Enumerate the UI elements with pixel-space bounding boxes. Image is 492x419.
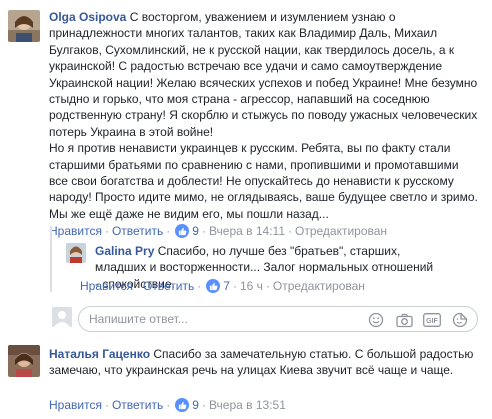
svg-text:GIF: GIF [426,318,438,325]
comment-actions: Нравится · Ответить · 9 · Вчера в 14:11 … [49,224,388,238]
like-count: 9 [192,224,199,238]
author-name[interactable]: Наталья Гаценко [49,347,150,361]
comment-text: С восторгом, уважением и изумлением узна… [49,10,478,221]
timestamp[interactable]: Вчера в 13:51 [209,398,286,412]
camera-icon[interactable] [395,311,413,329]
gif-icon[interactable]: GIF [423,311,441,329]
like-count: 7 [223,279,230,293]
like-thumb-icon [175,224,190,238]
like-count-badge[interactable]: 9 [175,224,199,238]
avatar[interactable] [8,345,40,377]
comment-natalya: Наталья Гаценко Спасибо за замечательную… [0,340,492,419]
timestamp[interactable]: Вчера в 14:11 [209,224,285,238]
avatar[interactable] [66,243,86,263]
reply-button[interactable]: Ответить [112,398,163,412]
current-user-avatar [52,307,72,327]
reply-button[interactable]: Ответить [143,279,194,293]
like-count: 9 [192,398,199,412]
like-button[interactable]: Нравится [49,398,102,412]
like-thumb-icon [206,279,221,293]
sticker-icon[interactable] [451,311,469,329]
edited-label: Отредактирован [295,224,388,238]
author-name[interactable]: Galina Pry [95,244,154,258]
avatar[interactable] [8,10,40,42]
emoji-icon[interactable] [367,311,385,329]
edited-label: Отредактирован [272,279,365,293]
comment-olga: Olga Osipova С восторгом, уважением и из… [0,0,492,240]
comment-actions: Нравится · Ответить · 9 · Вчера в 13:51 [49,398,286,412]
comment-body: Olga Osipova С восторгом, уважением и из… [49,9,479,222]
like-count-badge[interactable]: 7 [206,279,230,293]
like-count-badge[interactable]: 9 [175,398,199,412]
comment-galina: Galina Pry Спасибо, но лучше без "братье… [0,240,492,300]
comment-actions: Нравится · Ответить · 7 · 16 ч · Отредак… [80,279,365,293]
reply-button[interactable]: Ответить [112,224,163,238]
like-button[interactable]: Нравится [80,279,133,293]
composer-tools: GIF [367,311,469,329]
comment-body: Наталья Гаценко Спасибо за замечательную… [49,346,479,379]
like-button[interactable]: Нравится [49,224,102,238]
timestamp[interactable]: 16 ч [240,279,263,293]
author-name[interactable]: Olga Osipova [49,10,126,24]
reply-input[interactable] [89,312,319,326]
like-thumb-icon [175,398,190,412]
reply-composer[interactable]: GIF [78,306,478,332]
